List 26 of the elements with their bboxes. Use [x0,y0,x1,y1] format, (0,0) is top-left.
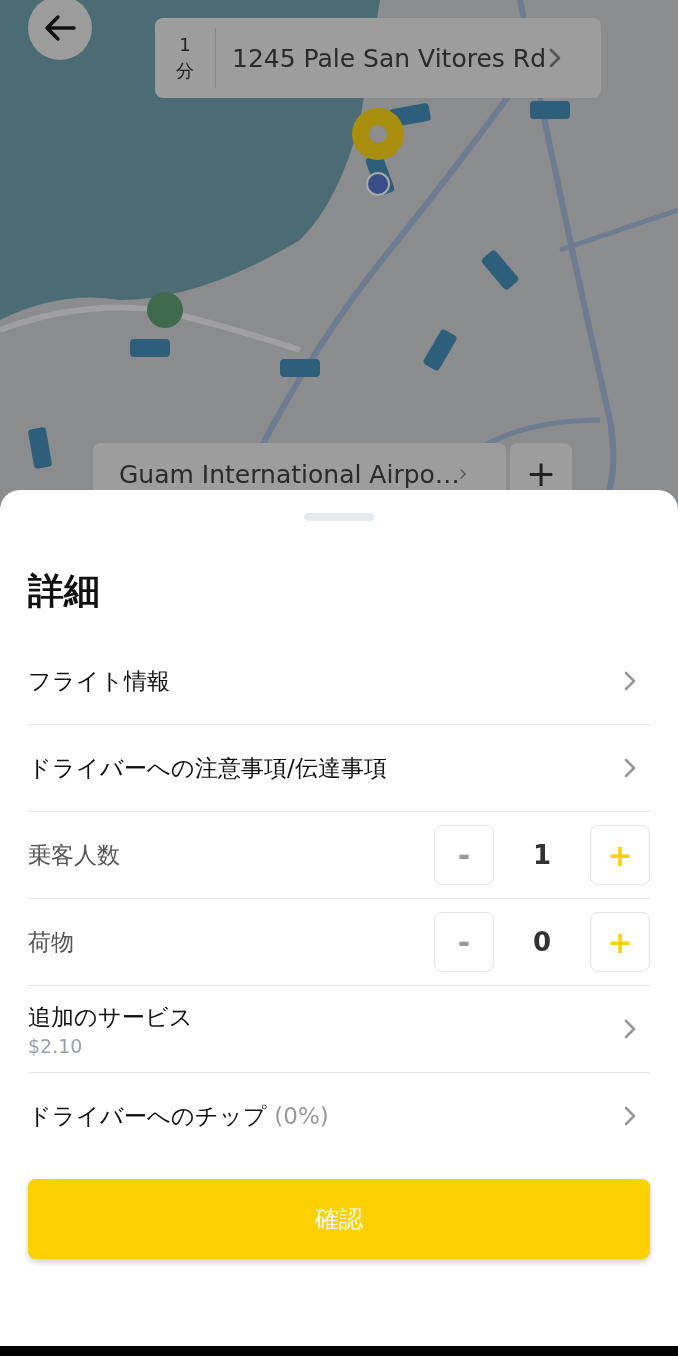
chevron-right-icon [624,671,636,691]
row-label: 荷物 [28,927,75,957]
count-value: 1 [531,840,553,870]
detail-row[interactable]: 追加のサービス $2.10 [28,986,650,1073]
sheet-title: 詳細 [28,569,101,613]
row-label: ドライバーへの注意事項/伝達事項 [28,753,388,783]
chevron-right-icon [549,48,561,68]
row-price: $2.10 [28,1034,84,1057]
chevron-right-icon [624,1106,636,1126]
dropoff-address: Guam International Airpo… [119,459,460,489]
count-value: 0 [531,927,553,957]
pickup-address-button[interactable]: 1 分 1245 Pale San Vitores Rd [155,18,601,98]
drag-handle[interactable] [304,513,374,521]
row-label: ドライバーへのチップ (0%) [28,1101,330,1131]
chevron-right-icon [624,758,636,778]
pickup-address: 1245 Pale San Vitores Rd [232,43,547,73]
detail-row[interactable]: ドライバーへの注意事項/伝達事項 [28,725,650,812]
chevron-right-icon [624,1019,636,1039]
row-label: 追加のサービス [28,1002,194,1032]
row-label: フライト情報 [28,666,171,696]
detail-row[interactable]: フライト情報 [28,638,650,725]
back-arrow-icon [44,14,76,42]
detail-row[interactable]: ドライバーへのチップ (0%) [28,1073,650,1159]
row-label: 乗客人数 [28,840,121,870]
eta-unit: 分 [176,59,194,83]
eta-value: 1 [179,33,191,57]
